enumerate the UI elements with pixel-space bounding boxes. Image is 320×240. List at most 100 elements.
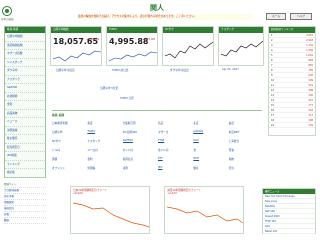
nikkei-sparkline bbox=[53, 50, 101, 62]
sidebar-item[interactable]: 株主優待 bbox=[5, 135, 45, 144]
us-bond-line bbox=[167, 206, 243, 224]
index-link[interactable]: ドル円 bbox=[52, 148, 85, 152]
index-link[interactable]: 原油 bbox=[229, 148, 262, 152]
jp-bond-chart[interactable]: 日本10年国債利回りチャート +0.020 bbox=[70, 186, 150, 234]
index-link[interactable]: DAX bbox=[193, 139, 226, 143]
ranking-row[interactable]: 19 276 bbox=[269, 123, 315, 128]
rank-number: 1 bbox=[271, 34, 273, 37]
sub-caption: 日経平均 5分足 bbox=[100, 87, 119, 90]
dow-sparkline bbox=[165, 41, 213, 59]
rank-number: 19 bbox=[271, 124, 275, 127]
chart-value: +0.020 bbox=[73, 192, 83, 195]
sidebar-item[interactable]: 金利 bbox=[5, 101, 45, 110]
news-rows: New York Stock Exchange Dow Jones NASDAQ S&… bbox=[263, 194, 315, 234]
index-link[interactable]: 外国株 bbox=[87, 166, 120, 170]
sidebar-item[interactable]: ダウ平均 bbox=[5, 67, 45, 76]
index-link[interactable]: S&P500 bbox=[123, 139, 156, 143]
rank-value: 298 bbox=[308, 119, 313, 122]
index-link[interactable]: オプション bbox=[52, 166, 85, 170]
rank-value: 430 bbox=[308, 94, 313, 97]
index-link[interactable]: ナスダック bbox=[87, 139, 120, 143]
index-link[interactable]: IPO bbox=[158, 166, 191, 170]
sub-caption: TOPIX 日足 bbox=[120, 97, 134, 100]
home-button[interactable]: ホーム bbox=[266, 13, 286, 20]
index-link[interactable]: 福証 bbox=[229, 121, 262, 125]
index-link[interactable]: 決算 bbox=[123, 166, 156, 170]
sidebar-item[interactable]: ニュース bbox=[5, 118, 45, 127]
sidebar-item[interactable]: ランキング bbox=[5, 161, 45, 169]
index-link[interactable]: 豪ドル円 bbox=[158, 148, 191, 152]
rank-value: 521 bbox=[308, 84, 313, 87]
rank-number: 16 bbox=[271, 109, 275, 112]
sidebar-item[interactable]: S&P500 bbox=[5, 84, 45, 93]
index-link[interactable]: ポンド円 bbox=[123, 148, 156, 152]
sidebar-item[interactable]: 商品先物 bbox=[5, 110, 45, 118]
index-link[interactable]: 投資信託 bbox=[123, 157, 156, 161]
index-link[interactable]: 日経平均 bbox=[52, 130, 85, 134]
news-item[interactable]: Nikkei 225 bbox=[263, 229, 315, 234]
us-bond-chart[interactable]: 米国10年国債利回りチャート +2.234 bbox=[164, 186, 244, 234]
links-header: 株価 指標 bbox=[52, 113, 65, 117]
index-link[interactable]: FTSE bbox=[158, 139, 191, 143]
index-link[interactable]: 国債 bbox=[52, 157, 85, 161]
card-topix[interactable]: TOPIX 4,995.88 +77.68 bbox=[106, 26, 158, 66]
nasdaq-sparkline bbox=[221, 40, 263, 57]
sidebar-item[interactable]: 為替相場 bbox=[5, 93, 45, 101]
notice-banner: 最新の株価を無料でお届け。アクセスの集中により、表示が遅れる場合があります。ご了… bbox=[78, 14, 253, 20]
index-link[interactable]: 東証REIT bbox=[229, 130, 262, 134]
rank-value: 342 bbox=[308, 109, 313, 112]
index-link[interactable]: 配当 bbox=[229, 166, 262, 170]
rank-number: 3 bbox=[271, 44, 273, 47]
sidebar-item[interactable]: 東証株価指数 bbox=[5, 42, 45, 50]
sidebar-item[interactable]: 掲示板 bbox=[5, 169, 45, 178]
index-link[interactable]: 先物 bbox=[229, 157, 262, 161]
rank-value: 2,918 bbox=[306, 39, 313, 42]
card-caption: ダウ平均 前日比 bbox=[170, 69, 189, 72]
site-logo[interactable] bbox=[2, 6, 12, 16]
index-link[interactable]: JASDAQ bbox=[193, 130, 226, 134]
card-caption: TOPIX 前日比 bbox=[112, 69, 129, 72]
index-link[interactable]: JPX日経400 bbox=[123, 130, 156, 134]
index-link[interactable]: 上海総合 bbox=[229, 139, 262, 143]
rank-number: 15 bbox=[271, 104, 275, 107]
index-link[interactable]: TOPIX bbox=[87, 130, 120, 134]
rank-number: 6 bbox=[271, 59, 273, 62]
sidebar-item[interactable]: 配当利回り bbox=[5, 144, 45, 152]
index-link[interactable]: 金利 bbox=[87, 157, 120, 161]
index-link[interactable]: マザーズ bbox=[158, 130, 191, 134]
sidebar-item[interactable]: 決算速報 bbox=[5, 127, 45, 135]
rank-number: 4 bbox=[271, 49, 273, 52]
index-link[interactable]: REIT bbox=[193, 157, 226, 161]
help-button[interactable]: ヘルプ bbox=[290, 13, 312, 20]
index-links: 株価 指標 日本経済新聞 東証 大阪取引所 名証 札証 福証日経平均 TOPIX JPX日経4… bbox=[52, 110, 262, 176]
index-link[interactable]: 名証 bbox=[158, 121, 191, 125]
rank-value: 958 bbox=[308, 59, 313, 62]
card-nikkei[interactable]: 日経平均株価 18,057.65 +186.69 bbox=[50, 26, 102, 66]
related-site-link[interactable]: 翻訳 bbox=[4, 218, 46, 224]
rank-value: 377 bbox=[308, 104, 313, 107]
index-link[interactable]: 東証 bbox=[87, 121, 120, 125]
index-link[interactable]: 日本経済新聞 bbox=[52, 121, 85, 125]
page: 日本の株価 関人 最新の株価を無料でお届け。アクセスの集中により、表示が遅れる場… bbox=[0, 0, 320, 240]
card-nasdaq[interactable]: ナスダック bbox=[218, 26, 264, 66]
sidebar-item[interactable]: ナスダック bbox=[5, 76, 45, 84]
sidebar-item[interactable]: ジャスダック bbox=[5, 59, 45, 67]
jp-bond-line bbox=[73, 202, 149, 228]
index-link[interactable]: 札証 bbox=[193, 121, 226, 125]
sidebar-item[interactable]: IPO情報 bbox=[5, 152, 45, 161]
index-link[interactable]: 金 bbox=[193, 148, 226, 152]
index-link[interactable]: 優待 bbox=[193, 166, 226, 170]
sidebar-item[interactable]: マザーズ指数 bbox=[5, 50, 45, 59]
index-link[interactable]: NYダウ bbox=[52, 139, 85, 143]
card-title: ナスダック bbox=[219, 27, 263, 33]
chart-value: +2.234 bbox=[167, 192, 177, 195]
sidebar-items: 日経平均株価 東証株価指数 マザーズ指数 ジャスダック ダウ平均 ナスダック S&P500 為… bbox=[5, 33, 45, 178]
card-ny-dow[interactable]: NYダウ bbox=[162, 26, 214, 66]
index-link[interactable]: ユーロ円 bbox=[87, 148, 120, 152]
rank-number: 14 bbox=[271, 99, 275, 102]
card-caption: 日経平均 前日比 bbox=[56, 69, 75, 72]
sidebar-item[interactable]: 日経平均株価 bbox=[5, 33, 45, 42]
related-sites: 関連サイト プロ野球速報 天気予報 地図検索 乗換案内 辞書 翻訳 bbox=[4, 182, 46, 224]
index-link[interactable]: ETF bbox=[158, 157, 191, 161]
index-link[interactable]: 大阪取引所 bbox=[123, 121, 156, 125]
